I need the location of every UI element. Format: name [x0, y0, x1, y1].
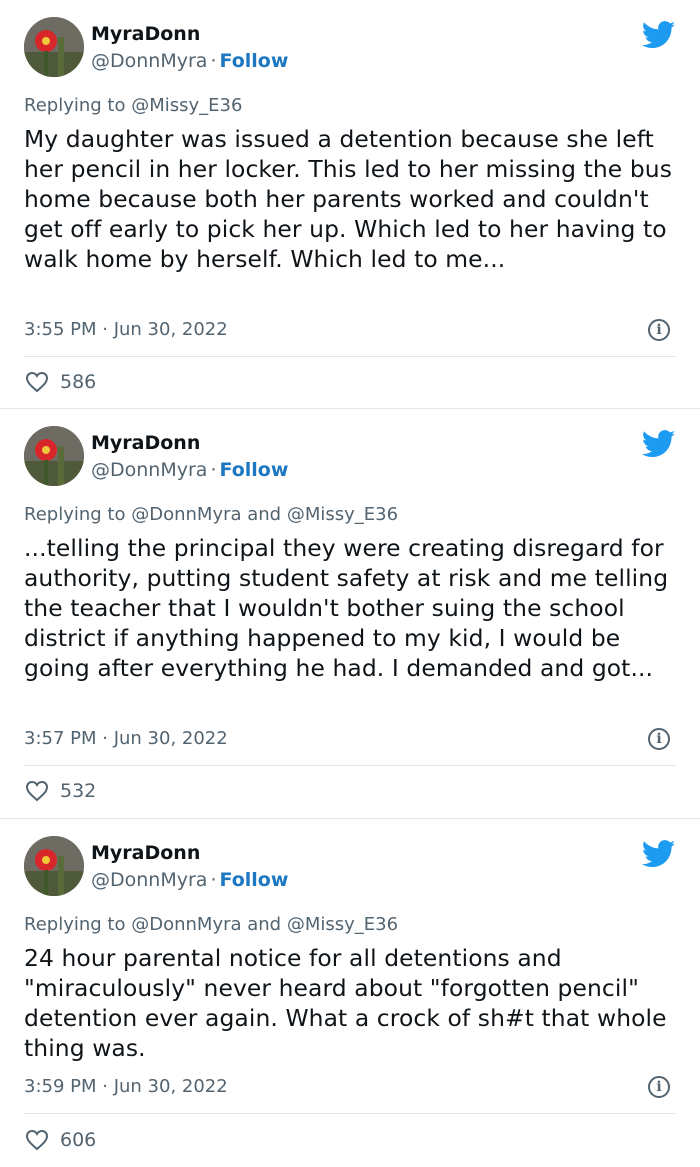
- reply-mentions[interactable]: @DonnMyra and @Missy_E36: [131, 914, 398, 935]
- avatar[interactable]: [24, 17, 84, 77]
- separator-dot: ·: [210, 50, 217, 72]
- twitter-bird-icon[interactable]: [642, 21, 676, 49]
- like-count: 606: [60, 1129, 97, 1151]
- reply-prefix: Replying to: [24, 504, 126, 525]
- tweet-card: MyraDonn @DonnMyra · Follow Replying to @D…: [0, 818, 700, 1167]
- follow-button[interactable]: Follow: [219, 50, 288, 72]
- info-icon[interactable]: i: [648, 319, 670, 341]
- display-name[interactable]: MyraDonn: [91, 23, 200, 45]
- tweet-card: MyraDonn @DonnMyra · Follow Replying to @D…: [0, 408, 700, 818]
- tweet-text: My daughter was issued a detention becau…: [24, 125, 672, 273]
- reply-mentions[interactable]: @DonnMyra and @Missy_E36: [131, 504, 398, 525]
- divider: [24, 1113, 676, 1114]
- twitter-bird-icon[interactable]: [642, 840, 676, 868]
- heart-icon: [25, 371, 49, 393]
- info-icon[interactable]: i: [648, 728, 670, 750]
- twitter-bird-icon[interactable]: [642, 430, 676, 458]
- reply-context: Replying to @DonnMyra and @Missy_E36: [24, 504, 398, 525]
- reply-mentions[interactable]: @Missy_E36: [131, 95, 242, 116]
- heart-icon: [25, 1129, 49, 1151]
- tweet-card: MyraDonn @DonnMyra · Follow Replying to @M…: [0, 0, 700, 408]
- avatar-image: [24, 426, 84, 486]
- like-button[interactable]: 606: [24, 1129, 96, 1151]
- tweet-timestamp[interactable]: 3:59 PM · Jun 30, 2022: [24, 1076, 228, 1097]
- tweet-timestamp[interactable]: 3:57 PM · Jun 30, 2022: [24, 728, 228, 749]
- separator-dot: ·: [210, 869, 217, 891]
- avatar-image: [24, 836, 84, 896]
- like-count: 586: [60, 371, 97, 393]
- handle[interactable]: @DonnMyra: [91, 50, 207, 72]
- heart-icon: [25, 780, 49, 802]
- tweet-text: ...telling the principal they were creat…: [24, 534, 669, 682]
- divider: [24, 356, 676, 357]
- divider: [24, 765, 676, 766]
- tweet-header: MyraDonn @DonnMyra · Follow: [24, 836, 676, 900]
- like-count: 532: [60, 780, 97, 802]
- avatar[interactable]: [24, 426, 84, 486]
- reply-prefix: Replying to: [24, 95, 126, 116]
- handle[interactable]: @DonnMyra: [91, 869, 207, 891]
- tweet-header: MyraDonn @DonnMyra · Follow: [24, 17, 676, 81]
- reply-prefix: Replying to: [24, 914, 126, 935]
- reply-context: Replying to @DonnMyra and @Missy_E36: [24, 914, 398, 935]
- like-button[interactable]: 532: [24, 780, 96, 802]
- info-icon[interactable]: i: [648, 1076, 670, 1098]
- follow-button[interactable]: Follow: [219, 459, 288, 481]
- handle-row: @DonnMyra · Follow: [91, 459, 288, 481]
- follow-button[interactable]: Follow: [219, 869, 288, 891]
- display-name[interactable]: MyraDonn: [91, 432, 200, 454]
- like-button[interactable]: 586: [24, 371, 96, 393]
- reply-context: Replying to @Missy_E36: [24, 95, 242, 116]
- avatar-image: [24, 17, 84, 77]
- display-name[interactable]: MyraDonn: [91, 842, 200, 864]
- tweet-header: MyraDonn @DonnMyra · Follow: [24, 426, 676, 490]
- handle[interactable]: @DonnMyra: [91, 459, 207, 481]
- avatar[interactable]: [24, 836, 84, 896]
- tweet-timestamp[interactable]: 3:55 PM · Jun 30, 2022: [24, 319, 228, 340]
- separator-dot: ·: [210, 459, 217, 481]
- tweet-text: 24 hour parental notice for all detentio…: [24, 944, 667, 1062]
- handle-row: @DonnMyra · Follow: [91, 869, 288, 891]
- handle-row: @DonnMyra · Follow: [91, 50, 288, 72]
